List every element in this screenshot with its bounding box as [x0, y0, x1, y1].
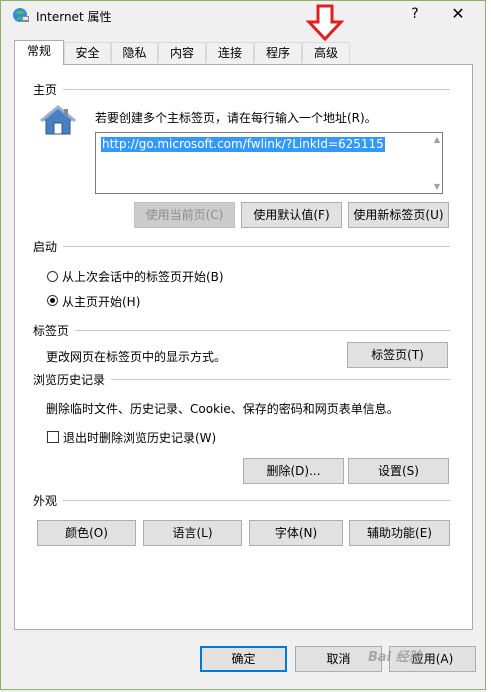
tab-advanced[interactable]: 高级 — [302, 42, 350, 63]
tab-general[interactable]: 常规 — [14, 40, 64, 65]
radio-home-page-label: 从主页开始(H) — [62, 295, 141, 309]
use-current-button[interactable]: 使用当前页(C) — [134, 202, 235, 228]
section-divider — [34, 330, 450, 331]
delete-history-button[interactable]: 删除(D)... — [243, 458, 344, 484]
red-down-arrow-icon — [306, 4, 344, 42]
section-divider — [34, 500, 450, 501]
tabs-description: 更改网页在标签页中的显示方式。 — [46, 350, 227, 364]
section-divider — [34, 89, 450, 90]
home-heading: 主页 — [33, 81, 64, 98]
scroll-down-icon[interactable]: ▼ — [434, 182, 440, 191]
delete-on-exit-label: 退出时删除浏览历史记录(W) — [63, 431, 217, 445]
tab-security[interactable]: 安全 — [64, 42, 111, 63]
colors-button[interactable]: 颜色(O) — [37, 520, 136, 546]
delete-on-exit-checkbox[interactable] — [47, 431, 59, 443]
scroll-up-icon[interactable]: ▲ — [434, 135, 440, 144]
history-description: 删除临时文件、历史记录、Cookie、保存的密码和网页表单信息。 — [46, 402, 399, 416]
history-settings-button[interactable]: 设置(S) — [348, 458, 449, 484]
internet-options-icon — [13, 8, 29, 22]
section-divider — [34, 246, 450, 247]
home-instruction: 若要创建多个主标签页，请在每行输入一个地址(R)。 — [95, 111, 377, 125]
history-heading: 浏览历史记录 — [33, 371, 112, 388]
window-title: Internet 属性 — [36, 10, 112, 24]
accessibility-button[interactable]: 辅助功能(E) — [349, 520, 450, 546]
house-icon — [40, 105, 76, 135]
tabs-settings-button[interactable]: 标签页(T) — [347, 342, 448, 368]
tab-programs[interactable]: 程序 — [254, 42, 302, 63]
use-default-button[interactable]: 使用默认值(F) — [241, 202, 342, 228]
radio-last-session[interactable] — [47, 271, 58, 282]
tabs-heading: 标签页 — [33, 322, 76, 339]
appearance-heading: 外观 — [33, 492, 64, 509]
tab-privacy[interactable]: 隐私 — [111, 42, 158, 63]
radio-last-session-label: 从上次会话中的标签页开始(B) — [62, 270, 224, 284]
tab-connections[interactable]: 连接 — [206, 42, 254, 63]
languages-button[interactable]: 语言(L) — [143, 520, 242, 546]
home-url-textarea[interactable]: http://go.microsoft.com/fwlink/?LinkId=6… — [95, 132, 443, 194]
tab-content[interactable]: 内容 — [158, 42, 206, 63]
startup-heading: 启动 — [33, 238, 64, 255]
home-url-text: http://go.microsoft.com/fwlink/?LinkId=6… — [101, 137, 385, 152]
use-new-tab-button[interactable]: 使用新标签页(U) — [348, 202, 449, 228]
radio-home-page[interactable] — [47, 295, 58, 306]
fonts-button[interactable]: 字体(N) — [249, 520, 343, 546]
background-strip — [486, 0, 491, 692]
close-button[interactable]: ✕ — [446, 4, 470, 26]
help-button[interactable]: ? — [405, 6, 425, 26]
ok-button[interactable]: 确定 — [200, 646, 287, 672]
watermark-text: Bai 经验 — [368, 650, 422, 665]
